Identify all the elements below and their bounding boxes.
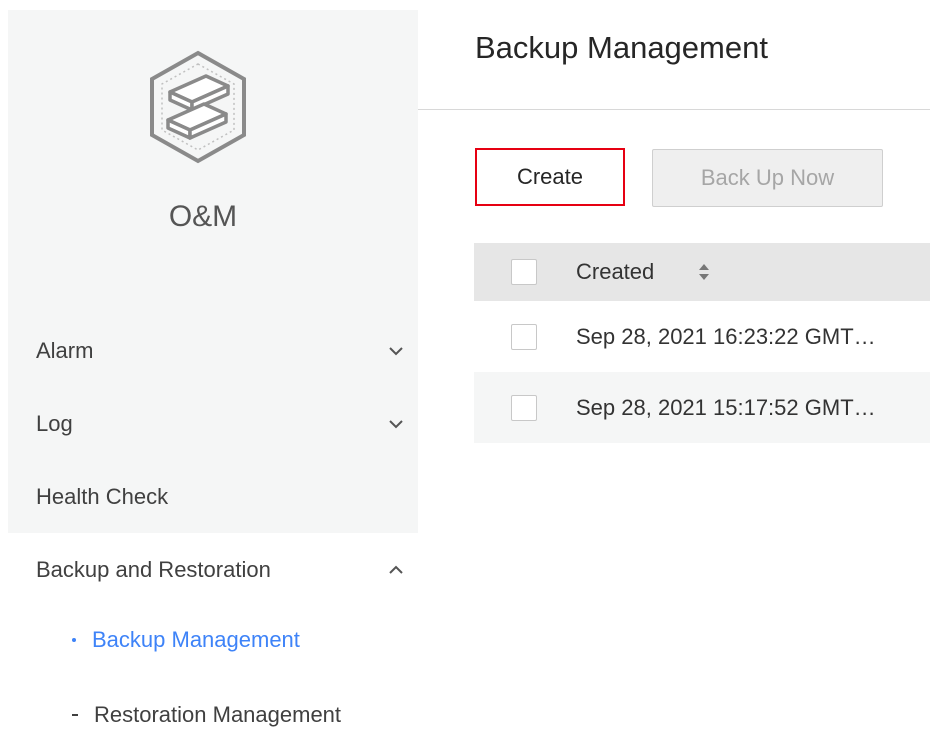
sort-icon[interactable] xyxy=(698,262,710,282)
sidebar-item-log[interactable]: Log xyxy=(8,389,418,459)
create-button[interactable]: Create xyxy=(475,148,625,206)
chevron-down-icon xyxy=(389,420,403,429)
created-cell: Sep 28, 2021 15:17:52 GMT… xyxy=(576,394,876,420)
sidebar-subitem-label: Backup Management xyxy=(92,627,300,652)
stacked-layers-hexagon-icon xyxy=(150,50,246,164)
sidebar-subitem-restoration-management[interactable]: Restoration Management xyxy=(72,695,341,735)
title-divider xyxy=(418,109,930,110)
sidebar-item-health-check[interactable]: Health Check xyxy=(8,462,418,532)
sidebar-subitem-backup-management[interactable]: Backup Management xyxy=(72,620,300,660)
back-up-now-button[interactable]: Back Up Now xyxy=(652,149,883,207)
sidebar-item-label: Alarm xyxy=(36,338,94,363)
sidebar-item-label: Backup and Restoration xyxy=(36,557,271,582)
app-name: O&M xyxy=(168,200,238,233)
row-checkbox[interactable] xyxy=(511,323,537,350)
chevron-down-icon xyxy=(389,347,403,356)
sidebar-item-backup-and-restoration[interactable]: Backup and Restoration xyxy=(8,535,418,605)
sidebar-subitem-label: Restoration Management xyxy=(94,702,342,727)
table-row: Sep 28, 2021 15:17:52 GMT… xyxy=(474,372,930,443)
table-row: Sep 28, 2021 16:23:22 GMT… xyxy=(474,301,930,372)
sidebar-item-label: Log xyxy=(36,411,73,436)
row-checkbox[interactable] xyxy=(511,394,537,421)
page-title: Backup Management xyxy=(475,30,768,65)
bullet-icon xyxy=(72,638,76,642)
backup-table: Created Sep 28, 2021 16:23:22 GMT… Sep 2… xyxy=(474,243,930,443)
table-header-row: Created xyxy=(474,243,930,301)
sidebar-item-alarm[interactable]: Alarm xyxy=(8,316,418,386)
sidebar-item-label: Health Check xyxy=(36,484,169,509)
bullet-icon xyxy=(72,714,78,716)
select-all-checkbox[interactable] xyxy=(511,259,537,285)
chevron-up-icon xyxy=(389,565,403,574)
column-header-created[interactable]: Created xyxy=(576,259,654,285)
created-cell: Sep 28, 2021 16:23:22 GMT… xyxy=(576,323,876,349)
